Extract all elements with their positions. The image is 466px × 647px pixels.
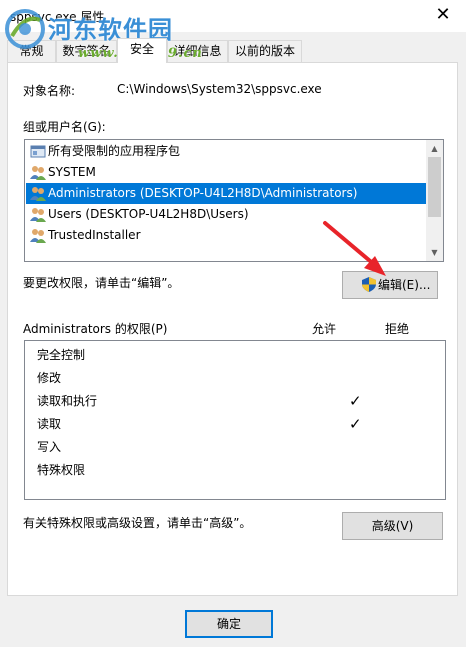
- dialog-button-bar: 确定: [0, 598, 466, 647]
- permission-row: 完全控制: [37, 348, 86, 362]
- users-icon: [30, 229, 46, 243]
- list-item[interactable]: 所有受限制的应用程序包: [26, 141, 427, 162]
- groups-listbox[interactable]: 所有受限制的应用程序包 SYSTEM Administrators (DESKT…: [24, 139, 444, 262]
- object-name-value: C:\Windows\System32\sppsvc.exe: [117, 82, 322, 96]
- groups-label: 组或用户名(G):: [23, 120, 106, 134]
- permission-row: 修改: [37, 371, 62, 385]
- permission-row: 读取和执行 ✓: [37, 390, 437, 413]
- scroll-down-icon[interactable]: ▼: [426, 244, 443, 261]
- object-name-label: 对象名称:: [23, 84, 76, 98]
- tab-details[interactable]: 详细信息: [167, 40, 228, 62]
- users-icon: [30, 208, 46, 222]
- edit-button-label: 编辑(E)...: [378, 278, 431, 292]
- permission-row: 写入: [37, 440, 62, 454]
- scroll-thumb[interactable]: [428, 157, 441, 217]
- deny-header: 拒绝: [385, 322, 410, 336]
- tab-previous-versions[interactable]: 以前的版本: [228, 40, 302, 62]
- advanced-button[interactable]: 高级(V): [342, 512, 443, 540]
- shield-icon: [362, 277, 376, 292]
- tab-general[interactable]: 常规: [7, 40, 56, 62]
- list-item[interactable]: Administrators (DESKTOP-U4L2H8D\Administ…: [26, 183, 427, 204]
- users-icon: [30, 166, 46, 180]
- users-icon: [30, 187, 46, 201]
- scroll-up-icon[interactable]: ▲: [426, 140, 443, 157]
- list-item[interactable]: SYSTEM: [26, 162, 427, 183]
- app-package-icon: [30, 145, 46, 158]
- tab-digital-signatures[interactable]: 数字签名: [56, 40, 117, 62]
- edit-hint: 要更改权限，请单击“编辑”。: [23, 276, 180, 290]
- allow-check-icon: ✓: [349, 415, 362, 433]
- tab-security[interactable]: 安全: [117, 38, 167, 63]
- allow-header: 允许: [312, 322, 337, 336]
- listbox-scrollbar[interactable]: ▲ ▼: [426, 140, 443, 261]
- security-panel: 对象名称: C:\Windows\System32\sppsvc.exe 组或用…: [7, 62, 458, 596]
- close-button[interactable]: ✕: [420, 0, 466, 32]
- edit-button[interactable]: 编辑(E)...: [342, 271, 438, 299]
- window-title: sppsvc.exe 属性: [10, 10, 105, 24]
- list-item[interactable]: Users (DESKTOP-U4L2H8D\Users): [26, 204, 427, 225]
- permissions-label: Administrators 的权限(P): [23, 322, 168, 336]
- list-item[interactable]: TrustedInstaller: [26, 225, 427, 246]
- allow-check-icon: ✓: [349, 392, 362, 410]
- permissions-list: 完全控制 修改 读取和执行 ✓ 读取 ✓ 写入 特殊权限: [24, 340, 446, 500]
- ok-button[interactable]: 确定: [185, 610, 273, 638]
- title-bar: sppsvc.exe 属性 ✕: [0, 0, 466, 32]
- permission-row: 特殊权限: [37, 463, 86, 477]
- advanced-hint: 有关特殊权限或高级设置，请单击“高级”。: [23, 516, 252, 530]
- permission-row: 读取 ✓: [37, 413, 437, 436]
